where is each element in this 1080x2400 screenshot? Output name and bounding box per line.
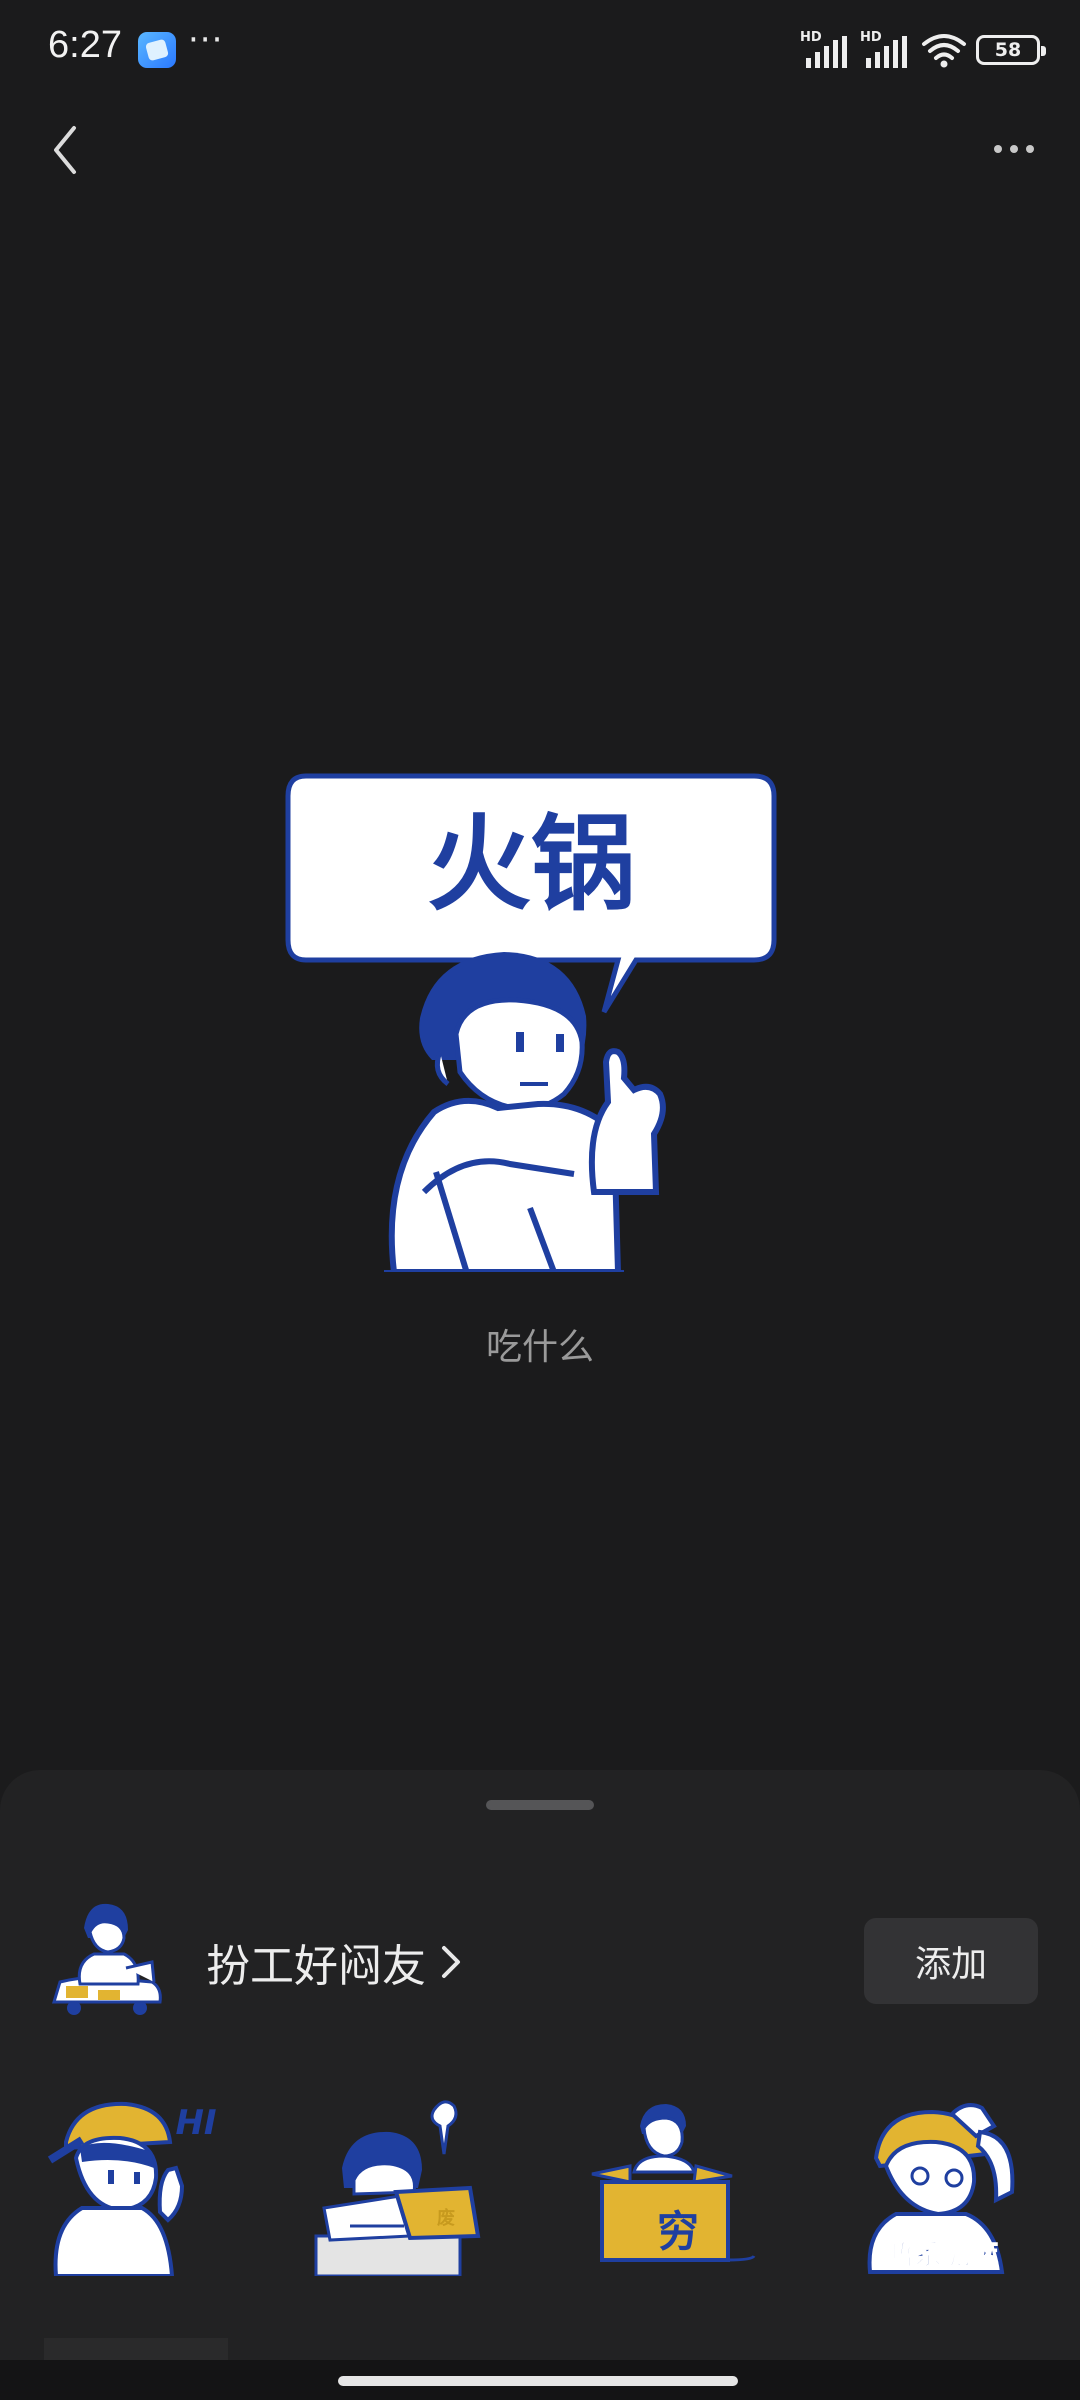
pack-sticker[interactable]: 穷	[582, 2096, 772, 2276]
pack-sticker-text: 唔系呃嘛	[886, 2238, 998, 2271]
pack-title-link[interactable]: 扮工好闷友	[206, 1930, 462, 1994]
battery-level: 58	[994, 39, 1022, 61]
back-button[interactable]	[40, 120, 90, 180]
status-time: 6:27	[48, 24, 122, 66]
pack-thumbnail-image	[51, 1903, 162, 2015]
main-sticker: 火锅	[284, 772, 780, 1275]
signal-icon: HD	[860, 30, 912, 70]
home-indicator[interactable]	[338, 2376, 738, 2386]
sticker-pack-sheet: 扮工好闷友 添加 HI 废 穷 唔系呃嘛	[0, 1770, 1080, 2400]
sticker-bubble-text: 火锅	[427, 803, 635, 925]
pack-title: 扮工好闷友	[206, 1941, 426, 1992]
more-horizontal-icon	[994, 145, 1002, 153]
more-options-button[interactable]	[984, 126, 1044, 172]
sticker-caption: 吃什么	[485, 1327, 594, 1368]
pack-sticker-text: 穷	[657, 2207, 699, 2256]
pack-thumbnail[interactable]	[44, 1898, 170, 2024]
wifi-icon	[922, 34, 966, 68]
notification-app-icon	[138, 32, 176, 68]
add-pack-button[interactable]: 添加	[864, 1918, 1038, 2004]
sticker-illustration: 火锅	[285, 773, 777, 1275]
sticker-detail-screen: 6:27 ··· HD HD 58 火锅 吃什么 扮工好闷友 添加 HI 废 穷…	[0, 0, 1080, 2400]
signal-icon: HD	[800, 30, 852, 70]
battery-icon: 58	[976, 35, 1046, 65]
pack-sticker[interactable]: 唔系呃嘛	[856, 2096, 1046, 2276]
status-more-notifications: ···	[188, 20, 224, 60]
sheet-drag-handle[interactable]	[486, 1800, 594, 1810]
pack-sticker-text: 废	[437, 2207, 455, 2229]
chevron-left-icon	[54, 126, 76, 174]
chevron-right-icon	[442, 1946, 460, 1978]
pack-sticker[interactable]: HI	[42, 2096, 232, 2278]
status-indicators: HD HD 58	[800, 26, 1046, 74]
pack-sticker-row: HI 废 穷 唔系呃嘛	[0, 2096, 1080, 2296]
pack-sticker-text: HI	[175, 2103, 216, 2143]
pack-sticker[interactable]: 废	[310, 2096, 500, 2278]
status-bar: 6:27 ··· HD HD 58	[0, 0, 1080, 100]
